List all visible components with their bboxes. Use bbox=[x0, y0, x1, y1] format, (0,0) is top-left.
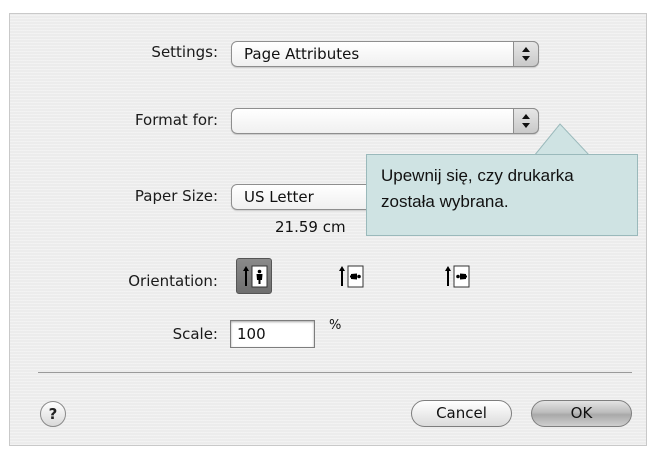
separator bbox=[38, 372, 632, 373]
scale-input[interactable]: 100 bbox=[230, 320, 315, 348]
scale-unit: % bbox=[329, 318, 342, 333]
landscape-right-orientation-icon bbox=[445, 265, 470, 288]
format-for-label: Format for: bbox=[134, 111, 218, 129]
settings-label: Settings: bbox=[151, 43, 218, 61]
paper-dimensions: 21.59 cm bbox=[275, 218, 346, 236]
orientation-portrait-button[interactable] bbox=[236, 258, 272, 294]
scale-label: Scale: bbox=[172, 325, 218, 343]
settings-value: Page Attributes bbox=[244, 45, 360, 63]
callout-pointer bbox=[533, 123, 591, 156]
ok-button[interactable]: OK bbox=[531, 400, 632, 427]
cancel-button[interactable]: Cancel bbox=[411, 400, 512, 427]
orientation-landscape-left-button[interactable] bbox=[333, 259, 369, 295]
portrait-orientation-icon bbox=[243, 265, 268, 288]
callout-note: Upewnij się, czy drukarka została wybran… bbox=[366, 154, 638, 236]
settings-popup[interactable]: Page Attributes bbox=[231, 41, 539, 67]
orientation-label: Orientation: bbox=[128, 272, 218, 290]
orientation-landscape-right-button[interactable] bbox=[439, 259, 475, 295]
format-for-popup[interactable] bbox=[231, 108, 539, 134]
settings-stepper-icon bbox=[513, 41, 539, 67]
help-button[interactable]: ? bbox=[40, 401, 66, 427]
landscape-left-orientation-icon bbox=[339, 265, 364, 288]
paper-size-value: US Letter bbox=[244, 188, 314, 206]
paper-size-label: Paper Size: bbox=[134, 187, 218, 205]
